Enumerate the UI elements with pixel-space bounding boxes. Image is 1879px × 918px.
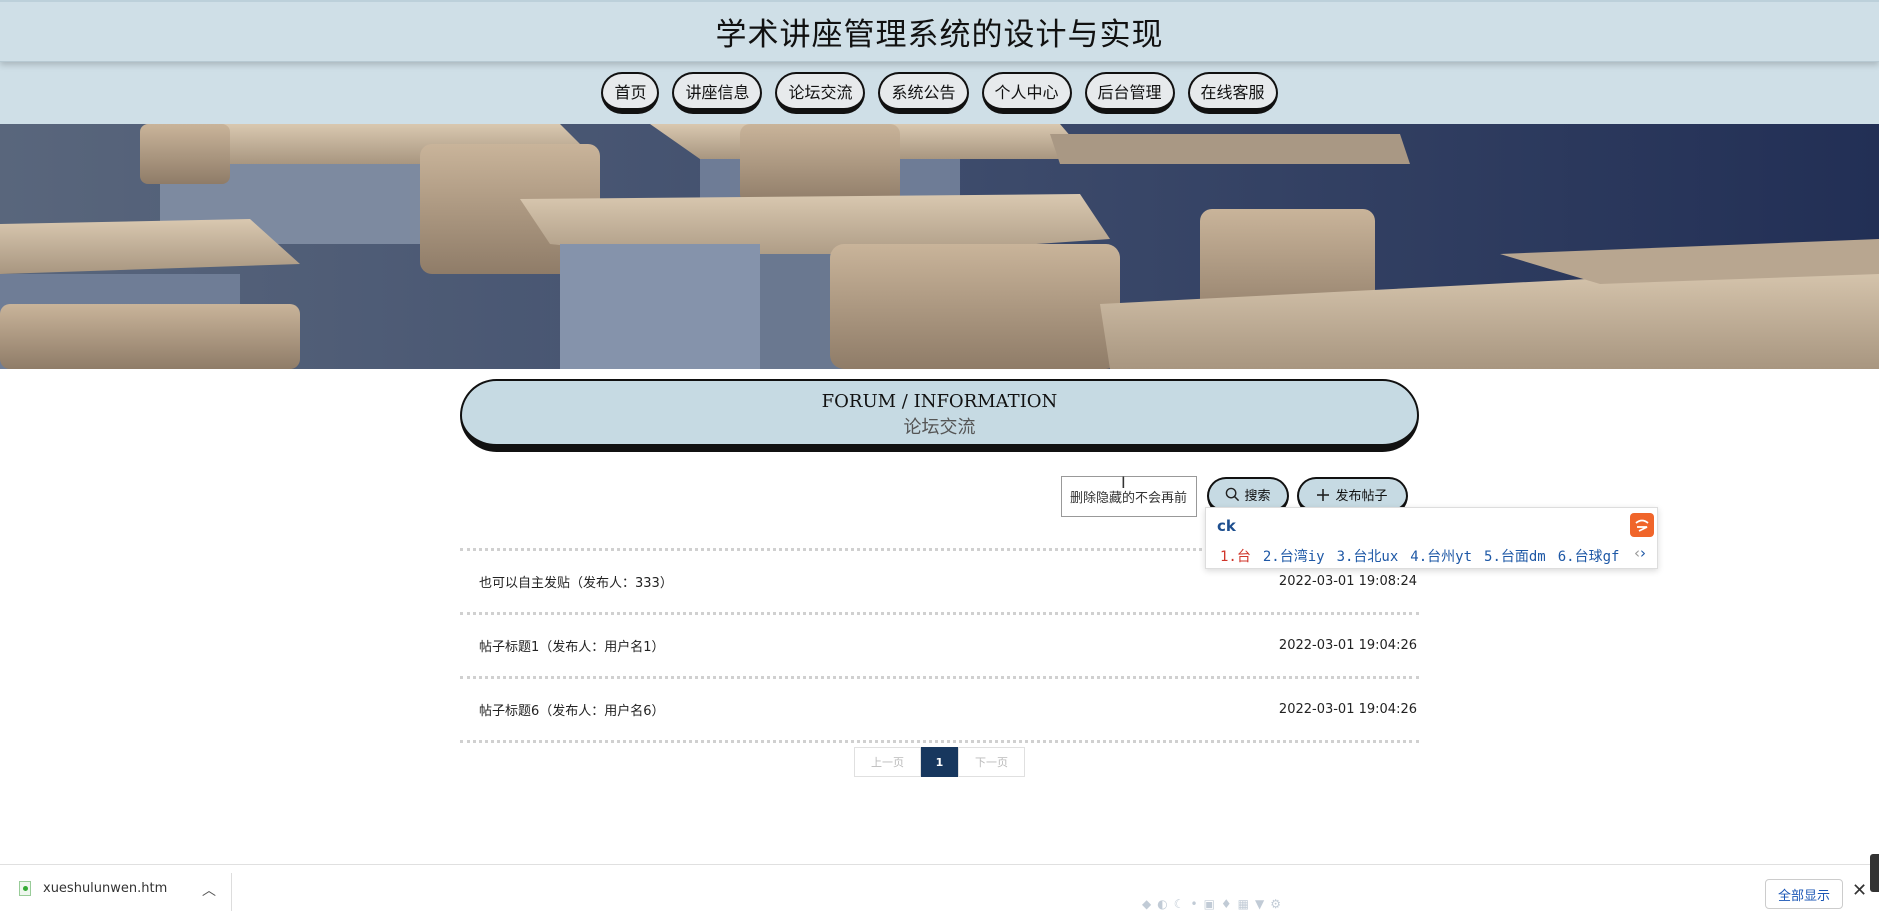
file-icon	[19, 881, 31, 896]
banner-image	[0, 124, 1879, 369]
ime-candidate[interactable]: 4.台州yt	[1410, 546, 1472, 566]
publish-button-label: 发布帖子	[1335, 489, 1388, 504]
nav-item-support[interactable]: 在线客服	[1187, 72, 1278, 114]
post-title[interactable]: 帖子标题6（发布人：用户名6）	[479, 700, 665, 719]
divider	[231, 873, 232, 911]
section-title-en: FORUM / INFORMATION	[821, 391, 1058, 412]
pagination: 上一页 1 下一页	[854, 747, 1025, 777]
gear-icon[interactable]: ⚙	[1270, 897, 1281, 911]
search-icon	[1225, 487, 1240, 502]
post-title[interactable]: 也可以自主发贴（发布人：333）	[479, 572, 673, 591]
post-time: 2022-03-01 19:04:26	[1278, 702, 1417, 717]
ime-toolbar-icon[interactable]: •	[1190, 897, 1197, 911]
divider	[460, 740, 1419, 743]
show-all-button[interactable]: 全部显示	[1765, 879, 1843, 909]
nav-item-forum[interactable]: 论坛交流	[775, 72, 866, 114]
nav-item-lectures[interactable]: 讲座信息	[672, 72, 763, 114]
post-time: 2022-03-01 19:04:26	[1278, 638, 1417, 653]
ime-toolbar-icon[interactable]: ▦	[1238, 897, 1249, 911]
site-header: 学术讲座管理系统的设计与实现	[0, 0, 1879, 62]
download-bar: xueshulunwen.htm ︿ ◆ ◐ ☾ • ▣ ♦ ▦ ▼ ⚙ 全部显…	[0, 864, 1879, 918]
ime-candidate[interactable]: 5.台面dm	[1484, 546, 1546, 566]
ime-composition: ck	[1217, 517, 1236, 535]
post-list: 也可以自主发贴（发布人：333） 2022-03-01 19:08:24 帖子标…	[460, 548, 1419, 743]
chevron-up-icon[interactable]: ︿	[202, 880, 216, 900]
ime-candidate[interactable]: 3.台北ux	[1337, 546, 1399, 566]
nav-item-admin[interactable]: 后台管理	[1084, 72, 1175, 114]
search-input[interactable]	[1061, 476, 1197, 517]
list-item[interactable]: 帖子标题1（发布人：用户名1） 2022-03-01 19:04:26	[460, 615, 1419, 676]
list-item[interactable]: 帖子标题6（发布人：用户名6） 2022-03-01 19:04:26	[460, 679, 1419, 740]
close-icon[interactable]: ✕	[1852, 880, 1867, 901]
ime-toolbar-icon[interactable]: ◐	[1157, 897, 1167, 911]
text-cursor-icon: I	[1121, 473, 1126, 492]
nav-item-announcements[interactable]: 系统公告	[878, 72, 969, 114]
ime-toolbar-icon[interactable]: ▼	[1255, 897, 1264, 911]
ime-candidate-list: 1.台 2.台湾iy 3.台北ux 4.台州yt 5.台面dm 6.台球gf	[1220, 546, 1619, 566]
ime-toolbar-icon[interactable]: ☾	[1174, 897, 1185, 911]
post-time: 2022-03-01 19:08:24	[1278, 574, 1417, 589]
main-nav: 首页 讲座信息 论坛交流 系统公告 个人中心 后台管理 在线客服	[0, 62, 1879, 124]
chevron-right-icon[interactable]: ›	[1640, 544, 1646, 562]
next-page-button[interactable]: 下一页	[958, 747, 1025, 777]
ime-candidate[interactable]: 6.台球gf	[1558, 546, 1620, 566]
post-title[interactable]: 帖子标题1（发布人：用户名1）	[479, 636, 665, 655]
nav-item-home[interactable]: 首页	[601, 72, 660, 114]
ime-toolbar-icon[interactable]: ◆	[1142, 897, 1151, 911]
section-title-cn: 论坛交流	[903, 417, 976, 438]
ime-candidate[interactable]: 2.台湾iy	[1263, 546, 1325, 566]
ime-candidate-popup: ck 1.台 2.台湾iy 3.台北ux 4.台州yt 5.台面dm 6.台球g…	[1205, 507, 1658, 569]
section-heading: FORUM / INFORMATION 论坛交流	[460, 379, 1419, 452]
site-title: 学术讲座管理系统的设计与实现	[715, 17, 1164, 53]
ime-toolbar-icon[interactable]: ♦	[1221, 897, 1232, 911]
nav-item-profile[interactable]: 个人中心	[981, 72, 1072, 114]
download-item[interactable]: xueshulunwen.htm	[19, 881, 167, 896]
prev-page-button[interactable]: 上一页	[854, 747, 921, 777]
ime-toolbar-icon[interactable]: ▣	[1204, 897, 1215, 911]
current-page-button[interactable]: 1	[921, 747, 958, 777]
search-button-label: 搜索	[1244, 489, 1271, 504]
ime-logo-icon[interactable]	[1630, 513, 1654, 537]
scrollbar[interactable]	[1870, 854, 1879, 892]
ime-toolbar: ◆ ◐ ☾ • ▣ ♦ ▦ ▼ ⚙	[1142, 897, 1281, 911]
plus-icon	[1317, 488, 1330, 501]
ime-page-arrows[interactable]: ‹›	[1634, 544, 1646, 562]
ime-candidate[interactable]: 1.台	[1220, 546, 1251, 566]
download-filename[interactable]: xueshulunwen.htm	[43, 881, 167, 896]
